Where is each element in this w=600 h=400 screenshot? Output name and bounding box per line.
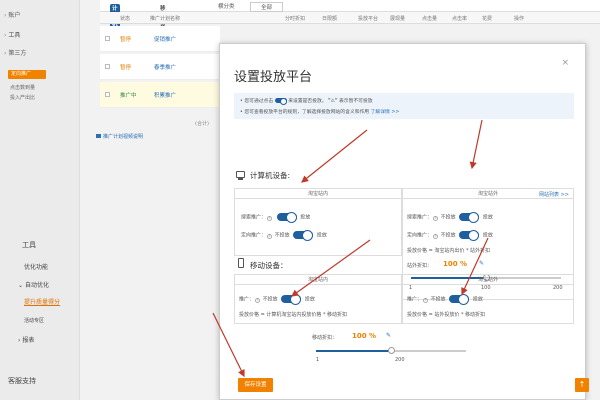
help-icon[interactable]: ? bbox=[433, 215, 439, 221]
help-icon[interactable]: ? bbox=[267, 215, 273, 221]
mob-bid-label: 移动折扣： bbox=[312, 335, 338, 341]
col-discount: 分时折扣 bbox=[285, 16, 306, 22]
col-ctr: 点击率 bbox=[452, 16, 468, 22]
dialog-title: 设置投放平台 bbox=[234, 70, 313, 85]
mob-inside-promo-row: 推广：? 不投放 投放 bbox=[239, 294, 315, 305]
sidebar-group-tools[interactable]: 工具 bbox=[22, 240, 36, 250]
sidebar-item-report[interactable]: › 报表 bbox=[18, 335, 34, 344]
row-checkbox[interactable] bbox=[105, 64, 110, 69]
pc-outside-targeted-row: 定向推广：? 不投放 投放 bbox=[407, 230, 493, 241]
filter-plan-type[interactable]: 横分类 bbox=[218, 2, 235, 10]
mob-outside-promo-row: 推广：? 不投放 投放 bbox=[407, 294, 483, 305]
help-icon[interactable]: ? bbox=[255, 297, 261, 303]
col-platform: 投放平台 bbox=[358, 16, 379, 22]
slider-fill bbox=[316, 350, 391, 352]
col-name: 推广计划名称 bbox=[150, 16, 181, 22]
table-row[interactable]: 推广中 积累推广 bbox=[100, 82, 220, 108]
save-settings-button[interactable]: 保存设置 bbox=[238, 378, 273, 392]
filter-bar: 计算机 移动设备 横分类 全部 bbox=[100, 0, 600, 36]
filter-select[interactable]: 全部 bbox=[250, 2, 284, 12]
mob-inside-formula: 投放价格 = 计算机淘宝站内投放价格 * 移动折扣 bbox=[239, 312, 348, 318]
pc-outside-targeted-toggle[interactable] bbox=[459, 230, 480, 241]
mob-outside-formula: 投放价格 = 站外投放价 * 移动折扣 bbox=[407, 312, 486, 318]
mob-inside-toggle[interactable] bbox=[281, 294, 302, 305]
col-actions: 操作 bbox=[514, 16, 525, 22]
col-budget: 日限额 bbox=[322, 16, 338, 22]
sidebar-item-support[interactable]: 客服支持 bbox=[8, 376, 36, 386]
table-total: (合计) bbox=[195, 121, 209, 127]
learn-more-link[interactable]: 了解详情 >> bbox=[371, 110, 400, 115]
chevron-down-icon: ⌄ bbox=[18, 282, 25, 289]
pc-inside-panel: 淘宝站内 搜索推广：? 投放 定向推广：? 不投放 投放 bbox=[234, 188, 402, 256]
sidebar-item-optimize[interactable]: 优化功能 bbox=[24, 262, 48, 271]
pc-inside-targeted-toggle[interactable] bbox=[293, 230, 314, 241]
mob-bid-value: 100 % bbox=[352, 332, 377, 340]
mob-inside-head: 淘宝站内 bbox=[235, 275, 401, 285]
mob-inside-panel: 淘宝站内 推广：? 不投放 投放 投放价格 = 计算机淘宝站内投放价格 * 移动… bbox=[234, 274, 402, 324]
pc-outside-search-toggle[interactable] bbox=[459, 212, 480, 223]
mob-discount-slider[interactable] bbox=[316, 347, 466, 354]
sidebar-item-auto-opt[interactable]: ⌄ 自动优化 bbox=[18, 280, 49, 289]
sidebar-item-quality[interactable]: 提升质量得分 bbox=[24, 297, 60, 306]
edit-pencil-icon[interactable]: ✎ bbox=[479, 260, 484, 267]
pc-inside-head: 淘宝站内 bbox=[235, 189, 401, 199]
edit-pencil-icon[interactable]: ✎ bbox=[386, 332, 391, 339]
help-icon[interactable]: ? bbox=[433, 233, 439, 239]
sidebar-item-targeted[interactable]: 定向推广 bbox=[8, 70, 46, 79]
left-sidebar: › 账户 › 工具 › 第三方 定向推广 点击数到量 投入产出比 工具 优化功能 ⌄ … bbox=[0, 0, 80, 400]
sidebar-item-campaign[interactable]: 活动专区 bbox=[24, 317, 44, 324]
row-checkbox[interactable] bbox=[105, 36, 110, 41]
toggle-sample-icon bbox=[274, 98, 287, 105]
pc-inside-search-toggle[interactable] bbox=[276, 212, 297, 223]
sidebar-item-account[interactable]: › 账户 bbox=[4, 10, 20, 19]
sidebar-item-third-party[interactable]: › 第三方 bbox=[4, 48, 26, 57]
col-clicks: 点击量 bbox=[422, 16, 438, 22]
slider-knob[interactable] bbox=[388, 347, 395, 354]
col-cost: 花费 bbox=[482, 16, 493, 22]
plan-video-link[interactable]: 推广计划视频说明 bbox=[96, 133, 143, 140]
help-icon[interactable]: ? bbox=[267, 233, 273, 239]
pc-price-formula: 投放价格 = 淘宝站内出价 * 站外折扣 bbox=[407, 248, 491, 254]
computer-icon bbox=[236, 171, 245, 180]
pc-section-label: 计算机设备: bbox=[250, 171, 291, 180]
site-list-link[interactable]: 网站列表 >> bbox=[539, 191, 569, 198]
pc-bid-value: 100 % bbox=[443, 260, 468, 268]
pc-inside-targeted-row: 定向推广：? 不投放 投放 bbox=[241, 230, 327, 241]
row-checkbox[interactable] bbox=[105, 92, 110, 97]
table-header: 状态 推广计划名称 分时折扣 日限额 投放平台 展现量 点击量 点击率 花费 操… bbox=[100, 12, 600, 24]
pc-outside-search-row: 搜索推广：? 不投放 投放 bbox=[407, 212, 493, 223]
slider-min-label: 1 bbox=[316, 357, 320, 363]
table-row[interactable]: 暂停 促销推广 bbox=[100, 26, 220, 52]
table-row[interactable]: 暂停 春季推广 bbox=[100, 54, 220, 80]
tip-line-1: • 您可通过点击 来设置是否投放， "⚠" 表示暂不可投放 bbox=[240, 98, 373, 105]
warning-icon: "⚠" bbox=[328, 99, 338, 104]
mob-outside-toggle[interactable] bbox=[449, 294, 470, 305]
tips-box: • 您可通过点击 来设置是否投放， "⚠" 表示暂不可投放 • 您可查看投放平台… bbox=[234, 93, 574, 119]
chevron-down-icon: › bbox=[4, 50, 7, 57]
back-to-top-icon[interactable]: ↑ bbox=[575, 378, 589, 392]
pc-inside-search-row: 搜索推广：? 投放 bbox=[241, 212, 311, 223]
sidebar-sub-clicks[interactable]: 点击数到量 bbox=[10, 84, 35, 91]
sidebar-sub-roi[interactable]: 投入产出比 bbox=[10, 94, 35, 101]
platform-settings-dialog: 设置投放平台 × • 您可通过点击 来设置是否投放， "⚠" 表示暂不可投放 •… bbox=[219, 43, 586, 400]
tip-line-2: • 您可查看投放平台的规则，了解选择投放网站的含义和作用 了解详情 >> bbox=[240, 110, 400, 115]
col-status: 状态 bbox=[120, 16, 131, 22]
pc-bid-label: 站外折扣： bbox=[407, 263, 433, 269]
chevron-right-icon: › bbox=[4, 32, 7, 39]
close-icon[interactable]: × bbox=[561, 58, 569, 68]
mobile-icon bbox=[238, 258, 244, 268]
slider-max-label: 200 bbox=[395, 357, 405, 363]
col-impressions: 展现量 bbox=[390, 16, 406, 22]
help-icon[interactable]: ? bbox=[423, 297, 429, 303]
chevron-right-icon: › bbox=[4, 12, 7, 19]
video-icon bbox=[96, 134, 101, 138]
mobile-section-label: 移动设备： bbox=[250, 261, 288, 270]
mob-outside-head: 淘宝站外 bbox=[403, 275, 573, 285]
sidebar-item-tools[interactable]: › 工具 bbox=[4, 30, 20, 39]
mob-outside-panel: 淘宝站外 推广：? 不投放 投放 投放价格 = 站外投放价 * 移动折扣 bbox=[402, 274, 574, 324]
